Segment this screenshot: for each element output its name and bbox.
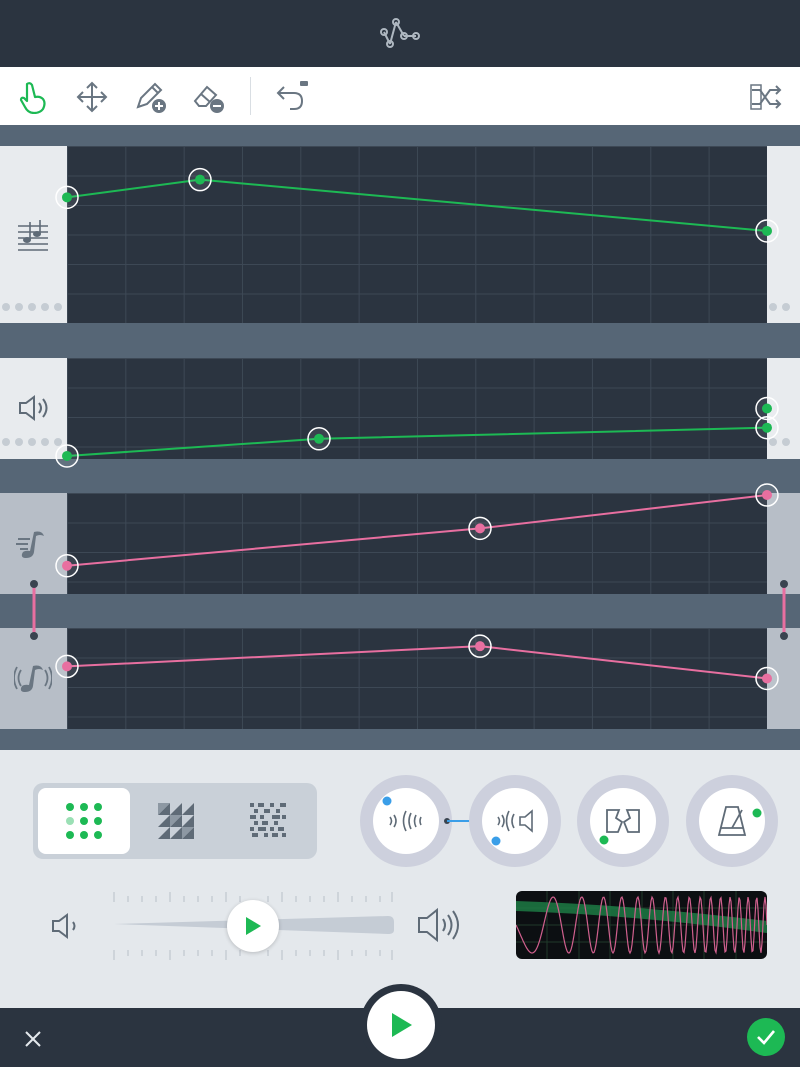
lane-volume-end-dots xyxy=(769,438,790,446)
lane-vibrato-end xyxy=(767,628,800,729)
lane-tempo-grid[interactable] xyxy=(67,493,767,594)
main-play-button-frame xyxy=(360,984,442,1066)
lane-pitch-end xyxy=(767,146,800,323)
triangle-pattern-icon xyxy=(158,803,194,839)
lane-pitch-dots xyxy=(2,303,62,311)
move-arrows-icon xyxy=(76,81,108,113)
touch-tool-button[interactable] xyxy=(12,75,56,119)
confirm-button[interactable] xyxy=(747,1018,785,1056)
move-tool-button[interactable] xyxy=(70,75,114,119)
automation-lanes xyxy=(0,125,800,750)
title-bar xyxy=(0,0,800,67)
eraser-remove-icon xyxy=(193,85,224,113)
undo-arrow-icon xyxy=(276,81,308,110)
waveform-display-svg xyxy=(516,891,767,959)
lane-volume-grid[interactable] xyxy=(67,358,767,459)
noise-pattern-icon xyxy=(250,803,286,837)
erase-point-tool-button[interactable] xyxy=(186,75,230,119)
fast-note-icon xyxy=(16,531,44,558)
toolbar xyxy=(0,67,800,125)
echo-in-knob-indicator xyxy=(382,796,392,806)
metronome-knob[interactable] xyxy=(686,775,778,867)
dot-grid-icon xyxy=(66,803,102,839)
close-button[interactable] xyxy=(18,1024,48,1054)
slider-play-icon xyxy=(246,917,261,935)
echo-in-knob[interactable] xyxy=(360,775,452,867)
echo-out-knob[interactable] xyxy=(469,775,561,867)
speaker-icon xyxy=(19,395,48,421)
distortion-knob[interactable] xyxy=(577,775,669,867)
pattern-triangles-button[interactable] xyxy=(130,788,222,854)
waveform-display xyxy=(516,891,767,959)
nodes-graph-icon xyxy=(380,18,420,48)
close-icon xyxy=(25,1031,41,1047)
lane-vibrato-grid[interactable] xyxy=(67,628,767,729)
lane-link-left[interactable] xyxy=(24,578,44,642)
echo-out-knob-indicator xyxy=(491,836,501,846)
vibrato-note-icon xyxy=(14,665,52,692)
distortion-knob-indicator xyxy=(599,835,609,845)
pattern-noise-button[interactable] xyxy=(222,788,314,854)
pattern-dots-button[interactable] xyxy=(38,788,130,854)
pointer-hand-icon xyxy=(19,82,46,114)
volume-slider-thumb[interactable] xyxy=(227,900,279,952)
check-icon xyxy=(757,1030,775,1045)
lane-volume-dots xyxy=(2,438,62,446)
shuffle-icon xyxy=(750,84,782,110)
speaker-low-icon xyxy=(52,913,76,939)
lane-pitch-end-dots xyxy=(769,303,790,311)
pencil-add-icon xyxy=(136,82,166,113)
main-play-button[interactable] xyxy=(367,991,435,1059)
play-icon xyxy=(392,1013,412,1037)
lane-link-right[interactable] xyxy=(774,578,794,642)
speaker-high-icon xyxy=(418,907,459,943)
add-point-tool-button[interactable] xyxy=(128,75,172,119)
metronome-knob-indicator xyxy=(752,808,762,818)
pattern-selector xyxy=(33,783,317,859)
toolbar-separator xyxy=(250,77,251,115)
undo-button[interactable] xyxy=(268,75,312,119)
notes-staff-icon xyxy=(18,220,48,251)
app-root xyxy=(0,0,800,1067)
lane-pitch-grid[interactable] xyxy=(67,146,767,323)
shuffle-button[interactable] xyxy=(744,75,788,119)
